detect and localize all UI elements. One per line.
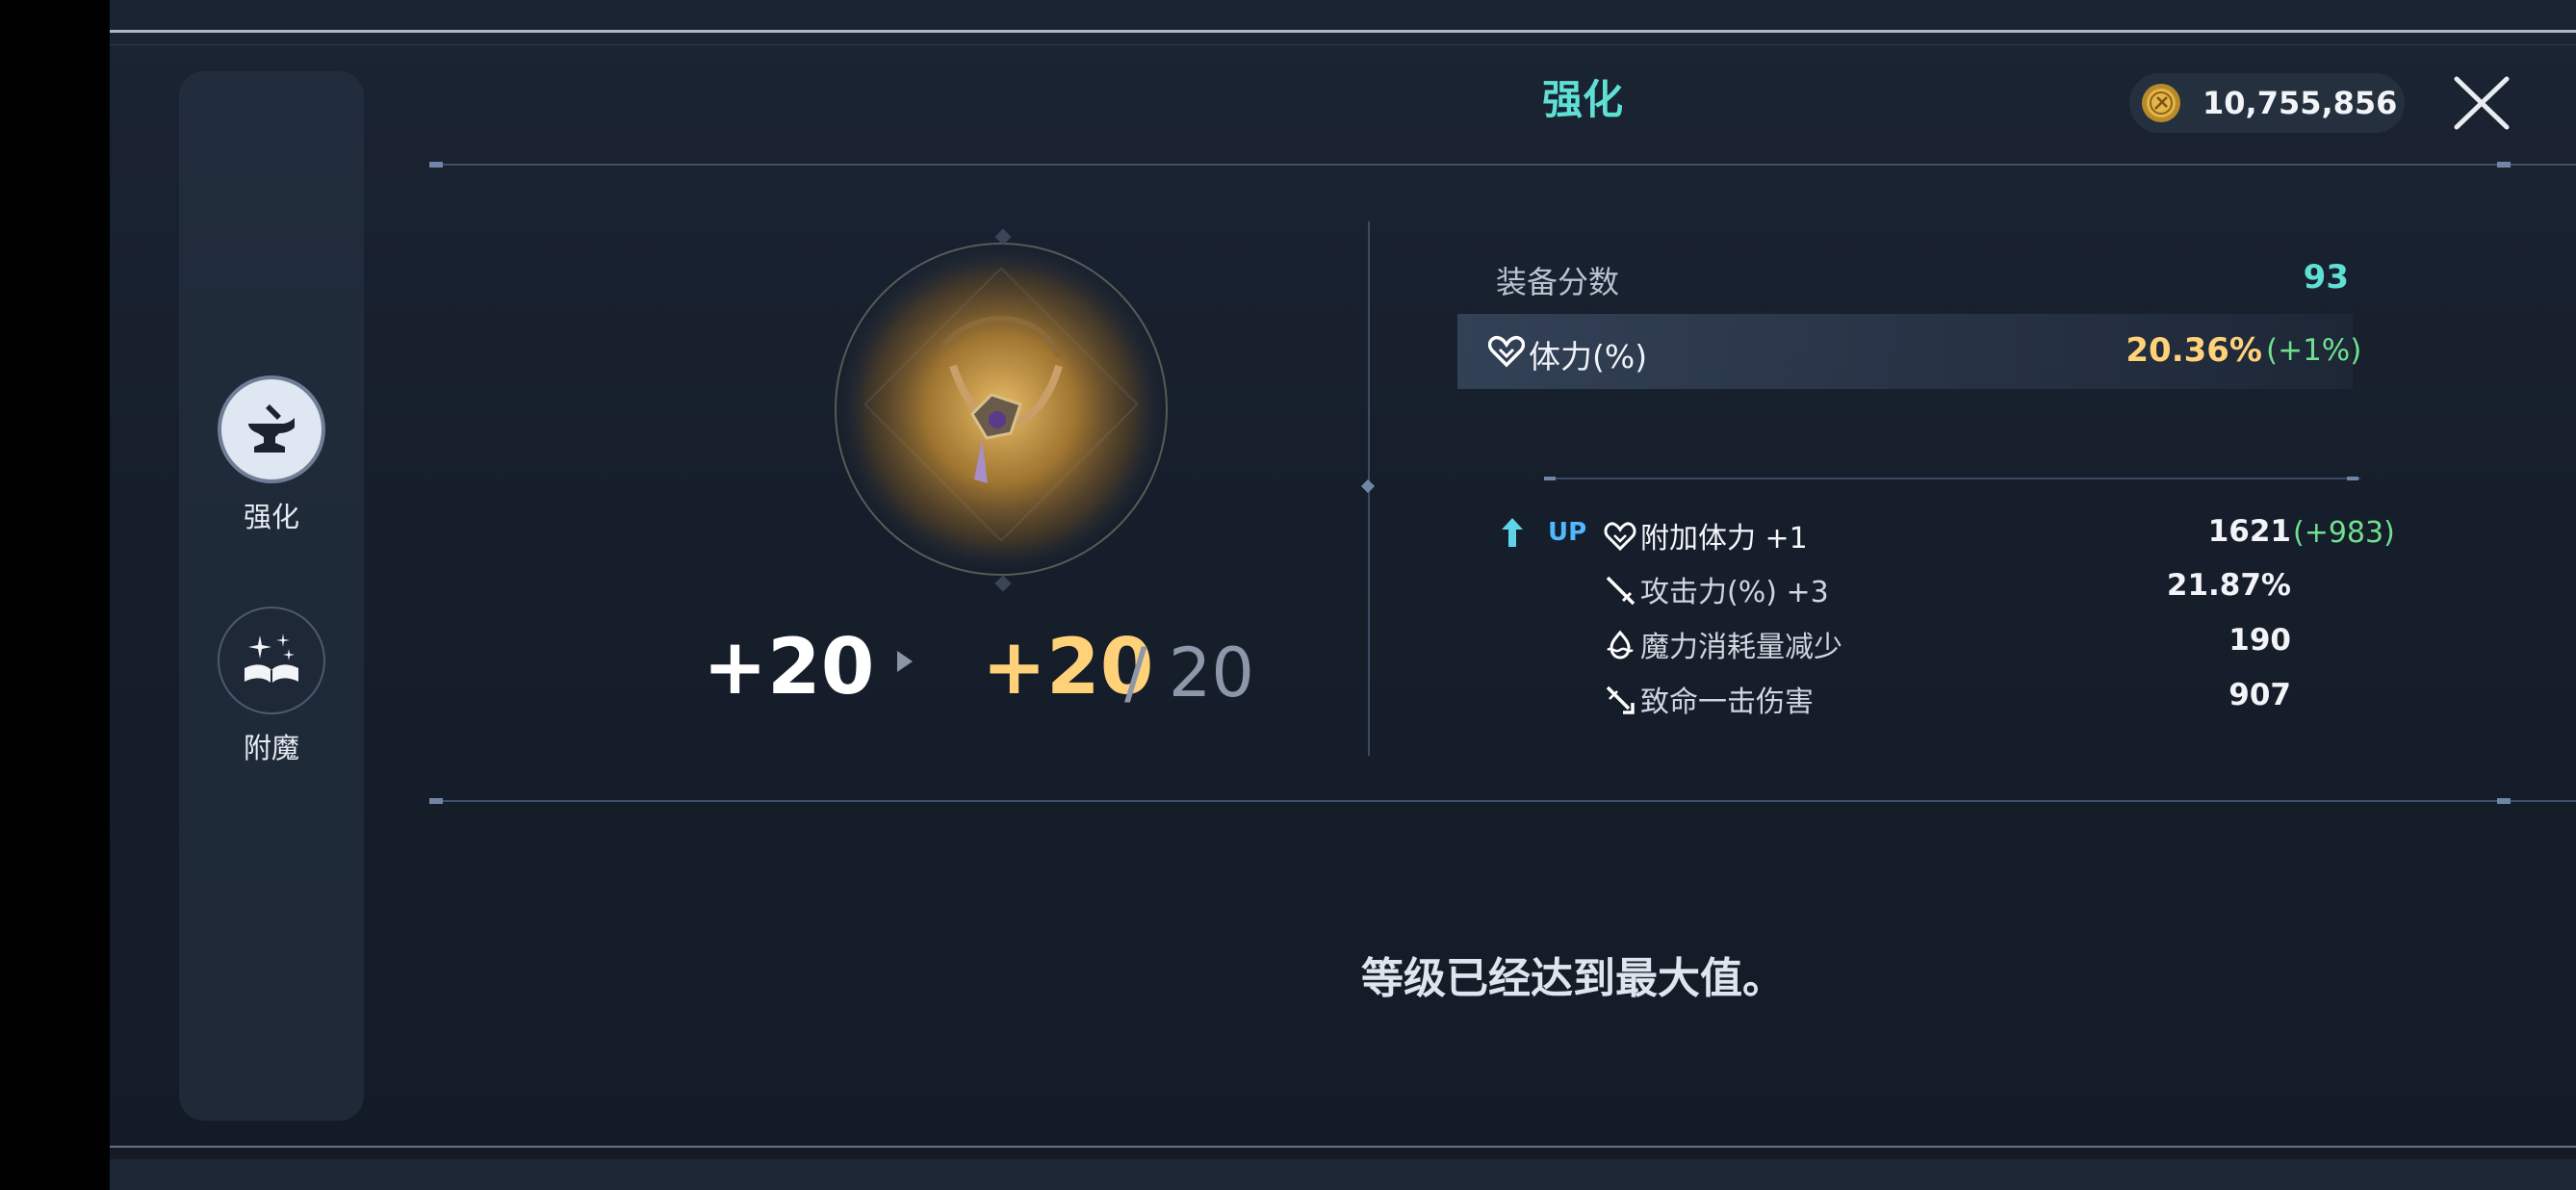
substat-value: 1621 — [2207, 514, 2291, 549]
divider-cap — [1544, 477, 1556, 480]
close-icon[interactable] — [2451, 75, 2512, 131]
mana-icon — [1607, 630, 1634, 660]
equipment-score-value: 93 — [2303, 258, 2349, 297]
currency-display: 10,755,856 — [2129, 73, 2405, 133]
current-level: +20 — [703, 622, 875, 711]
top-divider — [110, 30, 2576, 33]
main-stat-value: 20.36% — [2125, 331, 2262, 370]
bottom-divider — [110, 1146, 2576, 1148]
max-level-message: 等级已经达到最大值。 — [1361, 954, 1785, 1003]
substat-label: 附加体力 +1 — [1640, 522, 1808, 556]
equipment-score-label: 装备分数 — [1496, 264, 1620, 300]
sidebar-item-enhance[interactable] — [218, 375, 325, 483]
divider-cap — [429, 162, 443, 168]
substat-label: 攻击力(%) +3 — [1640, 576, 1829, 609]
substat-label: 致命一击伤害 — [1640, 686, 1814, 719]
divider-cap — [2347, 477, 2358, 480]
enhance-screen: 强化 附魔 强化 10,755,856 +20 +20 / 20 装备分数 93… — [110, 0, 2576, 1190]
bottom-bar — [110, 1159, 2576, 1190]
upper-divider — [433, 164, 2576, 166]
list-item: 致命一击伤害 907 — [1598, 676, 2368, 724]
substat-delta: (+983) — [2293, 516, 2395, 550]
gold-coin-icon — [2142, 84, 2180, 122]
sidebar-item-enchant[interactable] — [218, 607, 325, 714]
max-level: / 20 — [1124, 634, 1254, 712]
substat-label: 魔力消耗量减少 — [1640, 631, 1842, 664]
substat-value: 907 — [2228, 678, 2291, 712]
enchant-book-icon — [245, 634, 298, 684]
main-stat-delta: (+1%) — [2266, 333, 2362, 368]
critical-icon — [1606, 686, 1635, 714]
heart-icon — [1488, 335, 1525, 368]
top-subdivider — [110, 44, 2576, 45]
anvil-icon — [248, 404, 295, 453]
sidebar-item-label: 强化 — [243, 501, 299, 533]
up-badge: UP — [1548, 518, 1587, 547]
level-arrow-icon — [897, 651, 913, 672]
divider-cap — [429, 798, 443, 804]
sword-icon — [1606, 576, 1636, 606]
up-arrow-icon — [1502, 518, 1523, 547]
divider-cap — [2497, 162, 2511, 168]
divider-cap — [2497, 798, 2511, 804]
necklace-icon — [835, 228, 1168, 592]
substat-value: 190 — [2228, 623, 2291, 658]
page-title: 强化 — [1541, 76, 1623, 123]
substat-value: 21.87% — [2166, 568, 2291, 603]
substat-divider — [1554, 478, 2360, 479]
divider-diamond — [1360, 479, 1376, 494]
currency-amount: 10,755,856 — [2202, 85, 2398, 121]
heart-icon — [1604, 522, 1636, 552]
sidebar-item-label: 附魔 — [243, 732, 299, 764]
lower-divider — [433, 800, 2576, 802]
list-item: 魔力消耗量减少 190 — [1598, 621, 2368, 669]
list-item: 附加体力 +1 1621 (+983) — [1598, 512, 2395, 560]
main-stat-label: 体力(%) — [1529, 338, 1648, 375]
sidebar: 强化 附魔 — [179, 71, 364, 1121]
list-item: 攻击力(%) +3 21.87% — [1598, 566, 2368, 614]
